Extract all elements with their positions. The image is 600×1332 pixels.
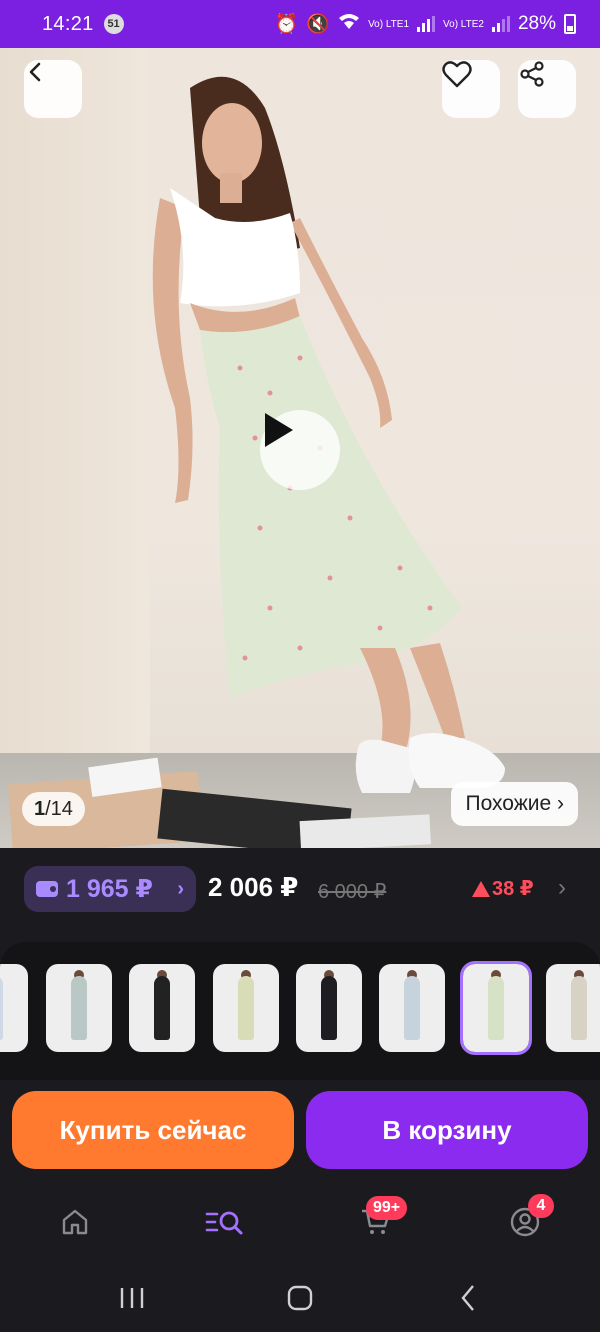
triangle-up-icon xyxy=(472,880,490,897)
cart-badge: 99+ xyxy=(366,1196,408,1220)
main-price: 2 006 ₽ xyxy=(208,872,299,902)
play-video-button[interactable] xyxy=(260,410,340,490)
add-to-cart-button[interactable]: В корзину xyxy=(306,1091,588,1169)
share-icon xyxy=(520,61,544,87)
image-counter: 1 /14 xyxy=(22,792,85,826)
nav-home[interactable] xyxy=(55,1202,95,1242)
catalog-search-icon xyxy=(205,1211,243,1235)
home-system-button[interactable] xyxy=(287,1285,313,1311)
status-time: 14:21 xyxy=(42,12,94,35)
back-system-button[interactable] xyxy=(461,1285,474,1311)
buy-now-label: Купить сейчас xyxy=(59,1114,247,1145)
buy-now-button[interactable]: Купить сейчас xyxy=(12,1091,294,1169)
variant-thumb[interactable] xyxy=(0,964,28,1052)
play-icon xyxy=(265,413,293,447)
image-counter-current: 1 xyxy=(34,797,46,820)
variant-selector xyxy=(0,942,600,1080)
price-change-value: 38 ₽ xyxy=(492,878,534,900)
home-circle-icon xyxy=(287,1285,313,1311)
nav-catalog[interactable] xyxy=(205,1202,245,1242)
wallet-icon xyxy=(36,881,58,897)
battery-icon xyxy=(564,14,576,34)
favorite-button[interactable] xyxy=(442,60,500,118)
product-image[interactable]: 1 /14 Похожие › xyxy=(0,48,600,848)
home-icon xyxy=(62,1209,88,1235)
back-button[interactable] xyxy=(24,60,82,118)
signal-2-icon xyxy=(491,16,510,32)
recent-apps-icon xyxy=(120,1288,144,1308)
system-navigation xyxy=(0,1266,600,1332)
similar-button[interactable]: Похожие › xyxy=(451,782,578,826)
notification-count-badge: 51 xyxy=(103,14,124,34)
bottom-navigation: 99+ 4 xyxy=(0,1180,600,1266)
chevron-right-icon: › xyxy=(177,877,184,900)
recent-apps-button[interactable] xyxy=(120,1288,144,1308)
wifi-icon xyxy=(338,12,360,36)
price-section: 1 965 ₽ › 2 006 ₽ 6 000 ₽ 38 ₽ › xyxy=(0,848,600,930)
variant-thumb[interactable] xyxy=(129,964,195,1052)
variant-thumb[interactable] xyxy=(213,964,279,1052)
variant-thumb[interactable] xyxy=(546,964,600,1052)
share-button[interactable] xyxy=(518,60,576,118)
heart-icon xyxy=(442,61,472,88)
chevron-left-icon xyxy=(29,62,41,82)
add-to-cart-label: В корзину xyxy=(382,1114,512,1145)
similar-label: Похожие › xyxy=(465,792,564,815)
variant-thumb[interactable] xyxy=(379,964,445,1052)
status-bar: 14:21 51 ⏰ 🔇 Vo) LTE1 Vo) LTE2 28% xyxy=(0,0,600,48)
wallet-price-button[interactable]: 1 965 ₽ › xyxy=(24,866,196,912)
status-icons: ⏰ 🔇 Vo) LTE1 Vo) LTE2 28% xyxy=(275,12,576,36)
sim1-label: Vo) LTE1 xyxy=(368,18,410,30)
price-history-chevron-icon[interactable]: › xyxy=(558,874,566,902)
profile-badge: 4 xyxy=(528,1194,554,1218)
price-change[interactable]: 38 ₽ xyxy=(472,876,534,901)
wallet-price: 1 965 ₽ xyxy=(66,875,153,903)
alarm-icon: ⏰ xyxy=(274,14,299,35)
image-counter-total: /14 xyxy=(45,797,73,820)
signal-1-icon xyxy=(417,16,436,32)
back-chevron-icon xyxy=(461,1285,474,1311)
old-price: 6 000 ₽ xyxy=(318,881,387,903)
mute-icon: 🔇 xyxy=(306,14,331,35)
sim2-label: Vo) LTE2 xyxy=(443,18,484,30)
variant-thumb[interactable] xyxy=(296,964,362,1052)
variant-thumb[interactable] xyxy=(46,964,112,1052)
variant-thumb-selected[interactable] xyxy=(460,961,532,1055)
battery-percent: 28% xyxy=(517,13,556,34)
